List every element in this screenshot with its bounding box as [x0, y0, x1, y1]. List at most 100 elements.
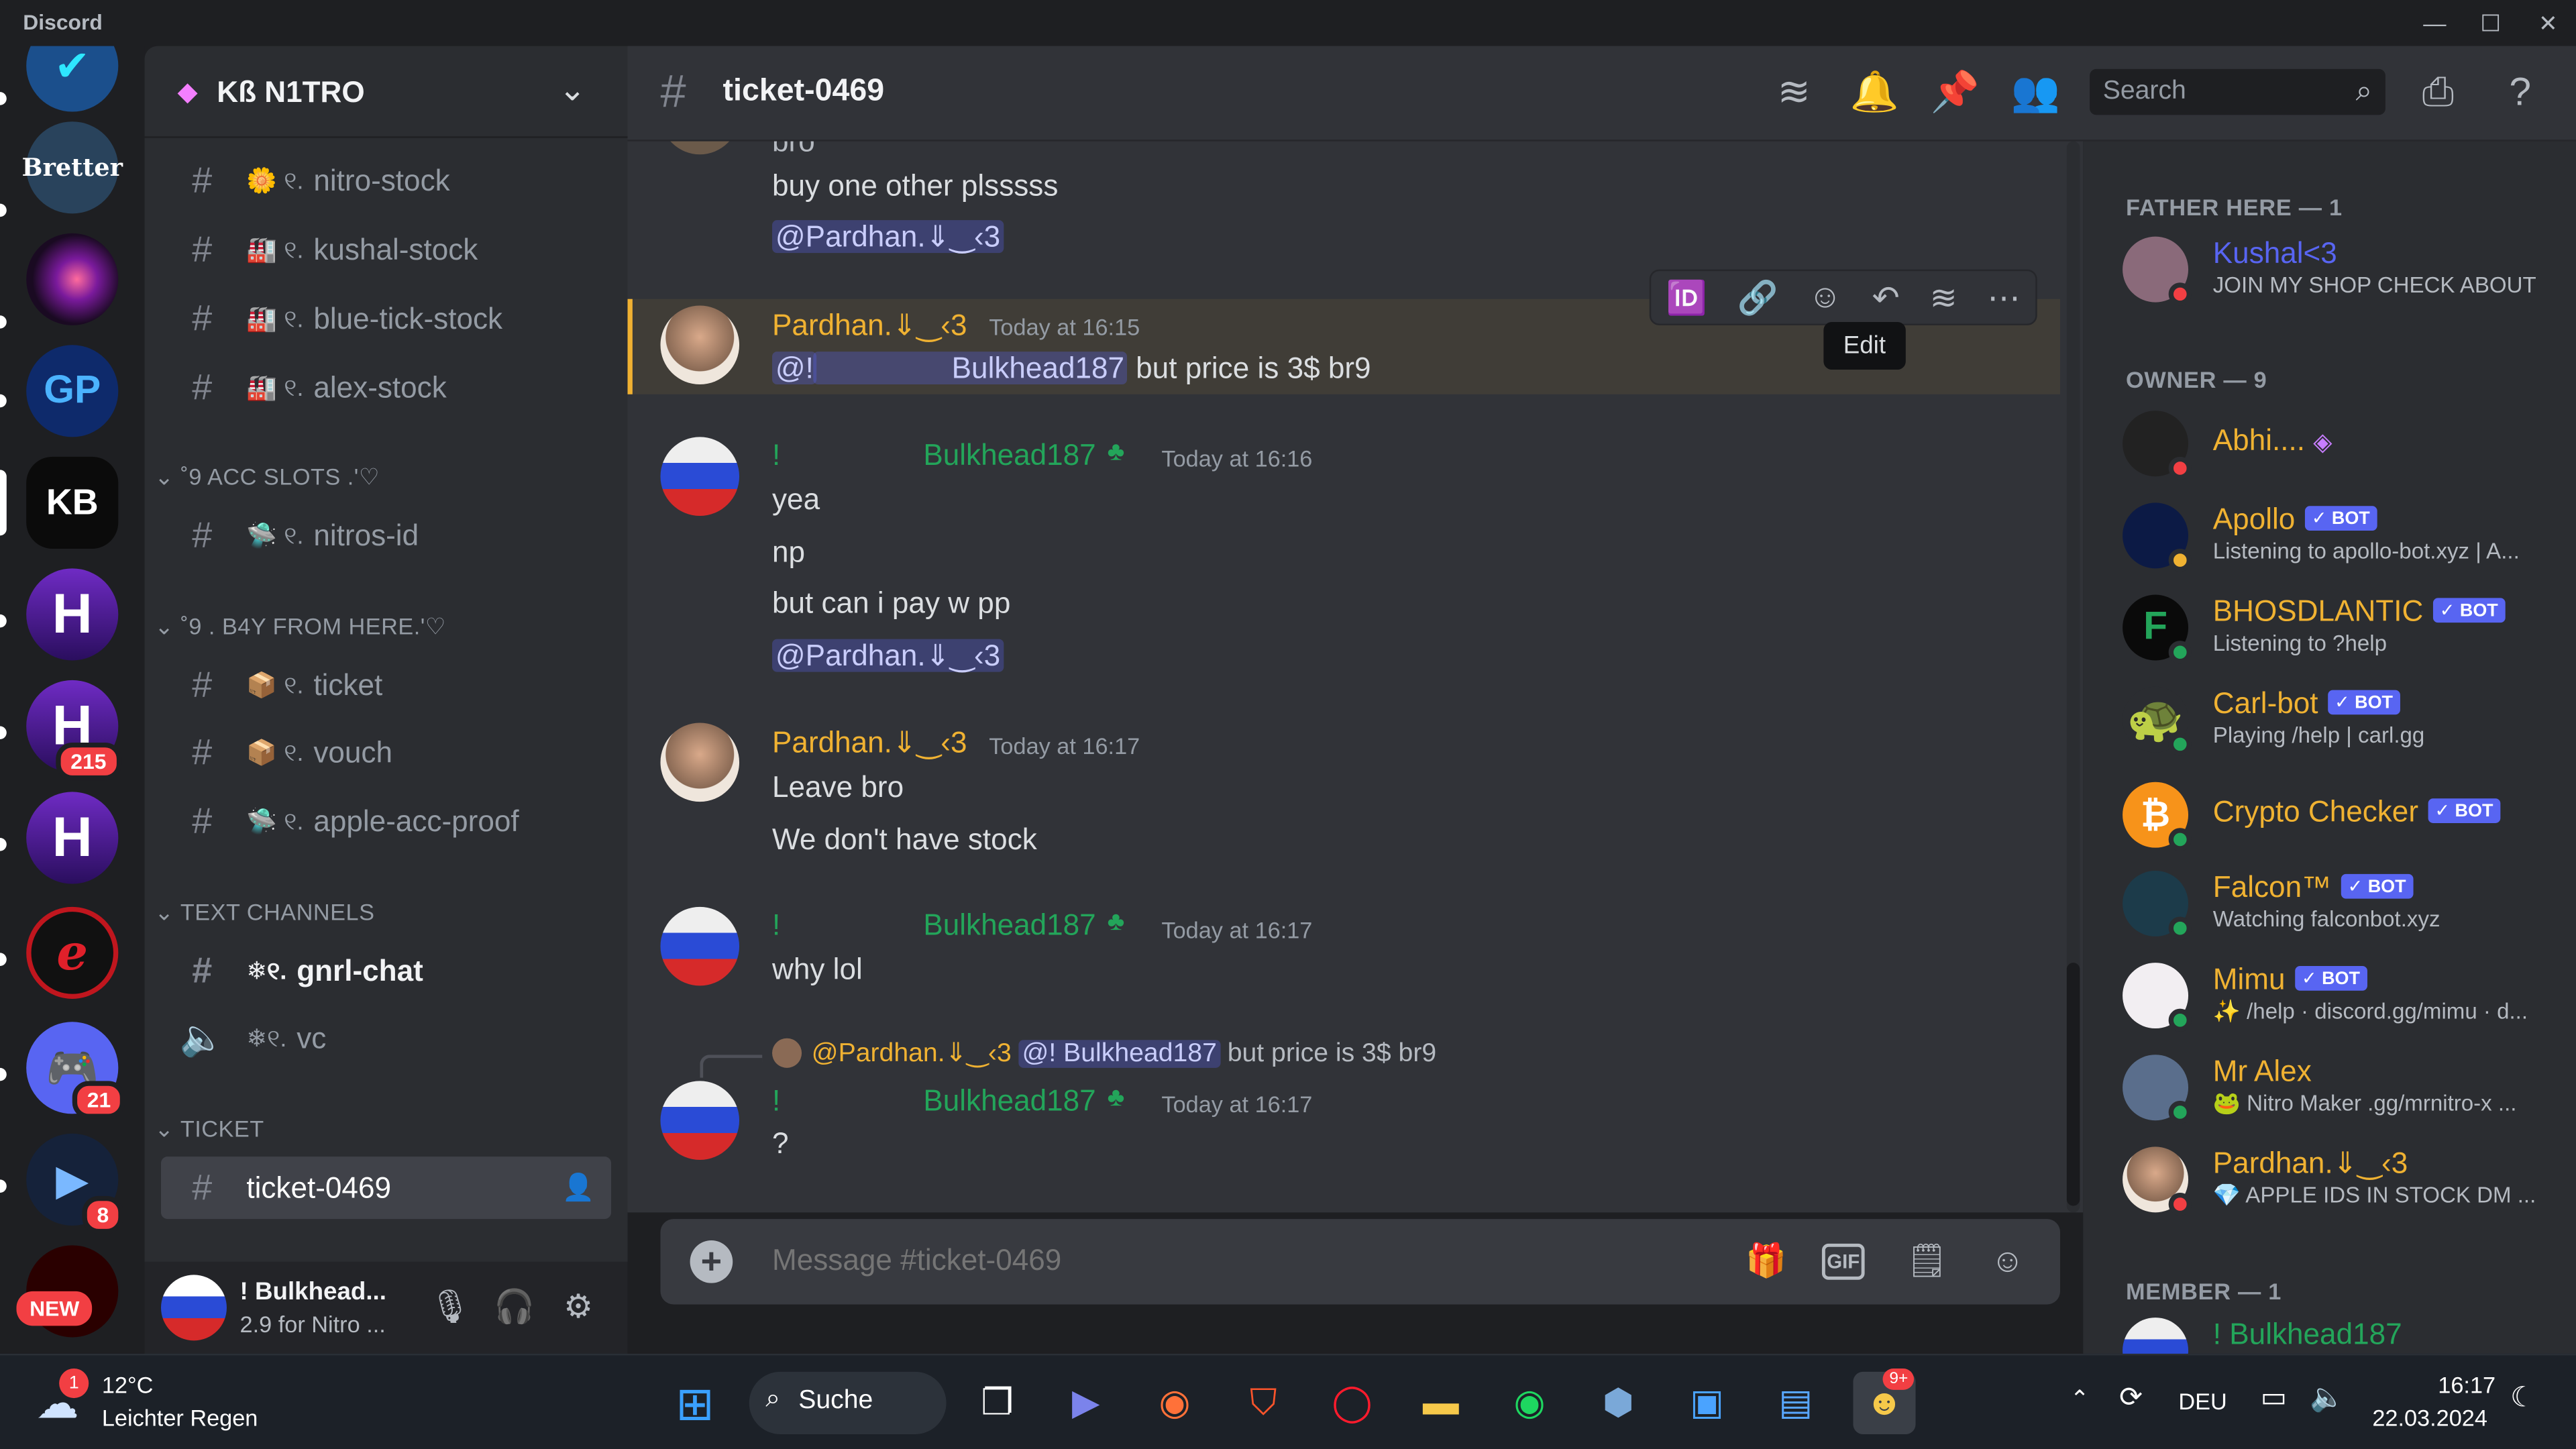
channel-blue-tick-stock[interactable]: # 🏭 ୧. blue-tick-stock: [161, 288, 611, 350]
microphone-icon[interactable]: 🎙: [427, 1285, 474, 1331]
message-input[interactable]: [772, 1243, 1693, 1279]
member-item[interactable]: Apollo ✓ BOT Listening to apollo-bot.xyz …: [2123, 496, 2566, 572]
settings-gear-icon[interactable]: ⚙: [555, 1285, 602, 1331]
maximize-button[interactable]: ☐: [2474, 7, 2507, 40]
hash-icon: #: [192, 800, 213, 841]
search-input[interactable]: Search ⌕: [2090, 68, 2385, 115]
language-indicator[interactable]: DEU: [2178, 1388, 2226, 1414]
server-icon-shield[interactable]: ✔: [26, 46, 119, 112]
spotify-icon[interactable]: ◉: [1498, 1372, 1560, 1434]
member-item[interactable]: Abhi.... ◈: [2123, 404, 2566, 480]
network-icon[interactable]: ▭: [2261, 1382, 2287, 1415]
channel-alex-stock[interactable]: # 🏭 ୧. alex-stock: [161, 356, 611, 419]
member-item[interactable]: Mimu ✓ BOT ✨ /help · discord.gg/mimu · d.…: [2123, 956, 2566, 1032]
help-icon[interactable]: ?: [2494, 69, 2546, 118]
clock-date[interactable]: 22.03.2024: [2372, 1405, 2487, 1431]
server-icon-gp[interactable]: GP: [26, 345, 119, 437]
threads-icon[interactable]: ≋: [1768, 69, 1820, 118]
pin-icon[interactable]: 📌: [1929, 69, 1981, 118]
server-icon-h1[interactable]: H: [26, 568, 119, 661]
gift-icon[interactable]: 🎁: [1741, 1237, 1790, 1286]
taskbar-search[interactable]: ⌕ Suche: [749, 1371, 947, 1434]
notification-bell-icon[interactable]: 🔔: [1848, 69, 1900, 118]
avatar[interactable]: [660, 1081, 740, 1160]
virtualbox-icon[interactable]: ⬢: [1587, 1372, 1650, 1434]
teams-meet-icon[interactable]: ▶: [1055, 1372, 1117, 1434]
member-item[interactable]: Kushal<3 JOIN MY SHOP CHECK ABOUT: [2123, 230, 2566, 306]
server-icon-bretter[interactable]: Bretter: [22, 121, 123, 214]
server-icon-h3[interactable]: H: [26, 792, 119, 884]
member-item[interactable]: Pardhan.⇓‿‹3 💎 APPLE IDS IN STOCK DM ...: [2123, 1140, 2566, 1216]
channel-ticket-0469[interactable]: # ticket-0469 👤: [161, 1157, 612, 1220]
more-icon[interactable]: ⋯: [1988, 277, 2021, 318]
message-author[interactable]: Pardhan.⇓‿‹3: [772, 726, 967, 760]
thread-icon[interactable]: ≋: [1930, 277, 1957, 318]
windows-start-icon[interactable]: ⊞: [663, 1372, 726, 1434]
notepad-icon[interactable]: ▤: [1764, 1372, 1827, 1434]
category-text-channels[interactable]: ⌄ TEXT CHANNELS: [154, 899, 374, 927]
chevron-down-icon[interactable]: ⌄: [559, 69, 586, 110]
app-icon[interactable]: ▣: [1676, 1372, 1738, 1434]
guild-header[interactable]: ◆ Kß N1TRO ⌄: [144, 46, 628, 138]
brave-icon[interactable]: ⛉: [1232, 1372, 1295, 1434]
server-icon-red[interactable]: ℯ: [26, 906, 119, 999]
avatar[interactable]: [660, 906, 740, 986]
member-item[interactable]: ₿ Crypto Checker ✓ BOT: [2123, 775, 2566, 851]
link-icon[interactable]: 🔗: [1737, 277, 1778, 318]
clock-time[interactable]: 16:17: [2438, 1372, 2496, 1398]
category-buy-from-here[interactable]: ⌄ ˚9 . B4Y FROM HERE.'♡: [154, 612, 446, 641]
firefox-icon[interactable]: ◉: [1143, 1372, 1205, 1434]
channel-vouch[interactable]: # 📦 ୧. vouch: [161, 721, 611, 784]
member-item[interactable]: 🐢 Carl-bot ✓ BOT Playing /help | carl.gg: [2123, 680, 2566, 756]
channel-nitro-stock[interactable]: # 🌼 ୧. nitro-stock: [161, 150, 611, 212]
member-list-icon[interactable]: 👥: [2009, 69, 2061, 118]
add-member-icon[interactable]: 👤: [562, 1171, 595, 1204]
avatar[interactable]: [660, 722, 740, 802]
avatar[interactable]: [660, 437, 740, 516]
message-author[interactable]: Bulkhead187: [923, 908, 1095, 943]
weather-desc[interactable]: Leichter Regen: [102, 1405, 258, 1431]
avatar[interactable]: [161, 1275, 227, 1341]
reply-icon[interactable]: ↶: [1872, 277, 1900, 318]
message-author[interactable]: Pardhan.⇓‿‹3: [772, 309, 967, 343]
category-ticket[interactable]: ⌄ TICKET: [154, 1116, 264, 1144]
gif-icon[interactable]: GIF: [1821, 1243, 1865, 1280]
channel-ticket[interactable]: # 📦 ୧. ticket: [161, 654, 611, 716]
file-explorer-icon[interactable]: ▬: [1409, 1372, 1472, 1434]
avatar[interactable]: [660, 305, 740, 385]
chevron-up-icon[interactable]: ⌃: [2070, 1385, 2090, 1413]
channel-apple-acc-proof[interactable]: # 🛸 ୧. apple-acc-proof: [161, 790, 611, 853]
sync-icon[interactable]: ⟳: [2119, 1382, 2143, 1415]
server-icon-planet[interactable]: [26, 233, 119, 325]
category-acc-slots[interactable]: ⌄ ˚9 ACC SLOTS .'♡: [154, 464, 380, 492]
channel-nitros-id[interactable]: # 🛸 ୧. nitros-id: [161, 504, 611, 567]
member-name: Mr Alex: [2212, 1055, 2312, 1088]
member-item[interactable]: F BHOSDLANTIC ✓ BOT Listening to ?help: [2123, 588, 2566, 664]
volume-icon[interactable]: 🔈: [2310, 1382, 2345, 1415]
reaction-icon[interactable]: ☺: [1809, 278, 1842, 316]
minimize-button[interactable]: —: [2418, 7, 2451, 40]
channel-vc[interactable]: 🔈 ❄୧. vc: [161, 1007, 611, 1069]
weather-temp[interactable]: 12°C: [102, 1372, 154, 1398]
server-icon-kb[interactable]: KB: [26, 456, 119, 549]
close-button[interactable]: ✕: [2532, 7, 2565, 40]
avatar[interactable]: [660, 141, 740, 155]
member-item[interactable]: Falcon™ ✓ BOT Watching falconbot.xyz: [2123, 864, 2566, 940]
copy-id-icon[interactable]: 🆔: [1666, 277, 1707, 318]
focus-moon-icon[interactable]: ☾: [2510, 1382, 2535, 1415]
message-author[interactable]: Bulkhead187: [923, 1084, 1095, 1118]
opera-icon[interactable]: ◯: [1321, 1372, 1383, 1434]
headphones-icon[interactable]: 🎧: [491, 1285, 537, 1331]
inbox-icon[interactable]: ⎙: [2412, 69, 2464, 118]
scrollbar-thumb[interactable]: [2066, 963, 2080, 1206]
sticker-icon[interactable]: 🗒: [1902, 1237, 1951, 1286]
member-item[interactable]: Mr Alex 🐸 Nitro Maker .gg/mrnitro-x ...: [2123, 1048, 2566, 1124]
reply-preview[interactable]: @Pardhan.⇓‿‹3 @! Bulkhead187 but price i…: [812, 1036, 1436, 1069]
member-item[interactable]: ! Bulkhead187: [2123, 1311, 2566, 1354]
channel-kushal-stock[interactable]: # 🏭 ୧. kushal-stock: [161, 219, 611, 281]
add-attachment-icon[interactable]: +: [690, 1240, 733, 1283]
message-author[interactable]: Bulkhead187: [923, 439, 1095, 473]
task-view-icon[interactable]: ❐: [966, 1372, 1028, 1434]
emoji-icon[interactable]: ☺: [1983, 1237, 2032, 1286]
channel-gnrl-chat[interactable]: # ❄୧. gnrl-chat: [161, 940, 611, 1002]
